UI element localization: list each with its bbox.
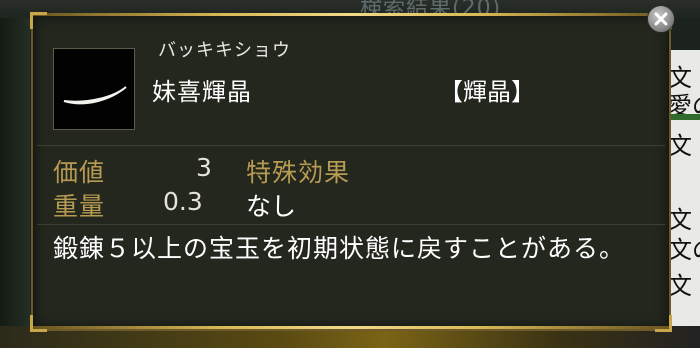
background-list-text: 文 [668, 272, 692, 300]
frame-corner [655, 315, 672, 332]
price-label: 価値 [53, 158, 106, 187]
weight-label: 重量 [53, 192, 106, 221]
frame-corner [30, 315, 47, 332]
weight-value: 0.3 [163, 187, 203, 216]
special-effect-value: なし [246, 192, 297, 221]
background-left-edge [0, 18, 30, 328]
crescent-gem-icon [63, 86, 127, 105]
background-list-text: 文 [668, 132, 692, 160]
close-button[interactable] [647, 5, 675, 33]
price-value: 3 [196, 153, 212, 182]
frame-top-border [33, 13, 669, 16]
close-icon [654, 12, 668, 26]
background-list-text: 文の [668, 236, 700, 264]
item-name: 妹喜輝晶 [152, 78, 252, 106]
item-category: 【輝晶】 [439, 78, 535, 106]
frame-corner [30, 12, 47, 29]
divider [37, 224, 665, 225]
special-effect-label: 特殊効果 [246, 158, 351, 187]
item-description: 鍛錬５以上の宝玉を初期状態に戻すことがある。 [53, 234, 626, 263]
item-furigana: バッキキショウ [158, 40, 291, 61]
item-thumbnail [53, 48, 135, 130]
item-tooltip-panel: バッキキショウ 妹喜輝晶 【輝晶】 価値 3 重量 0.3 特殊効果 なし 鍛錬… [30, 12, 672, 332]
divider [37, 145, 665, 146]
frame-bottom-border [33, 326, 669, 329]
